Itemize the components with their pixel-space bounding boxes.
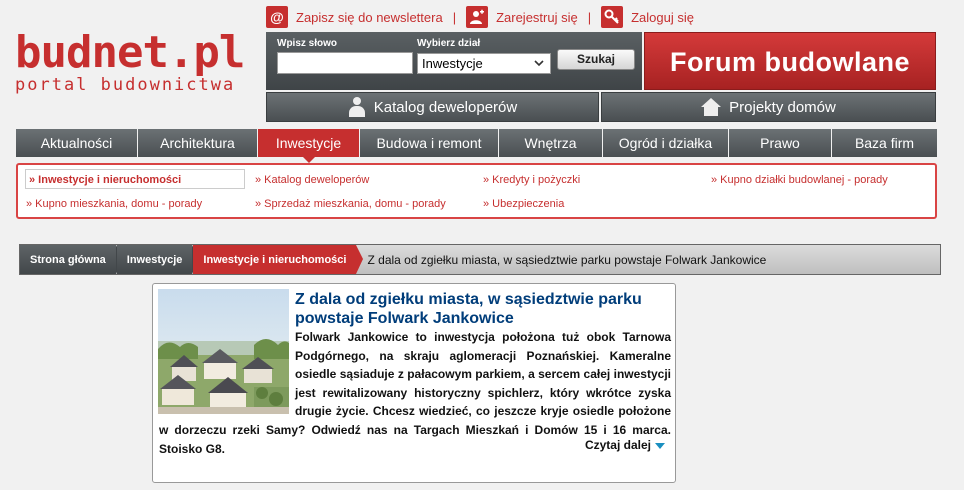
article-card: Z dala od zgiełku miasta, w sąsiedztwie … [152,283,676,483]
separator: | [452,9,457,25]
nav-item-baza-firm[interactable]: Baza firm [832,129,937,157]
top-links: @ Zapisz się do newslettera | Zarejestru… [266,6,694,28]
register-link[interactable]: Zarejestruj się [466,6,578,28]
main-nav: Aktualności Architektura Inwestycje Budo… [16,129,937,163]
forum-button[interactable]: Forum budowlane [644,32,936,90]
nav-item-inwestycje[interactable]: Inwestycje [258,129,360,163]
read-more-label: Czytaj dalej [584,438,651,452]
article-title[interactable]: Z dala od zgiełku miasta, w sąsiedztwie … [295,290,665,328]
newsletter-link[interactable]: @ Zapisz się do newslettera [266,6,443,28]
search-query-label: Wpisz słowo [277,38,337,49]
section-select-value: Inwestycje [422,56,483,71]
nav-item-ogrod[interactable]: Ogród i działka [603,129,729,157]
breadcrumb-section[interactable]: Inwestycje [116,245,193,274]
page: @ Zapisz się do newslettera | Zarejestru… [0,0,964,490]
search-panel: Wpisz słowo Wybierz dział Inwestycje Szu… [266,32,642,90]
add-user-icon [466,6,489,28]
house-projects-button[interactable]: Projekty domów [601,92,936,122]
breadcrumb-current: Z dala od zgiełku miasta, w sąsiedztwie … [367,252,767,267]
subnav-item-katalog-deweloperow[interactable]: » Katalog deweloperów [255,170,369,190]
subnav-item-ubezpieczenia[interactable]: » Ubezpieczenia [483,194,564,214]
subnav-item-kredyty[interactable]: » Kredyty i pożyczki [483,170,580,190]
subnav-item-inwestycje-nieruchomosci[interactable]: » Inwestycje i nieruchomości [25,169,245,189]
subnav-item-sprzedaz[interactable]: » Sprzedaż mieszkania, domu - porady [255,194,446,214]
nav-item-architektura[interactable]: Architektura [138,129,258,157]
breadcrumb: Strona główna Inwestycje Inwestycje i ni… [19,244,941,275]
developers-catalog-label: Katalog deweloperów [373,98,518,116]
at-icon: @ [266,6,288,28]
article-text-spacer [159,328,295,416]
login-link[interactable]: Zaloguj się [601,6,694,28]
triangle-down-icon [655,443,665,449]
person-icon [348,97,366,117]
breadcrumb-home[interactable]: Strona główna [20,245,116,274]
separator: | [587,9,592,25]
logo-subtitle: portal budownictwa [15,75,236,95]
login-label: Zaloguj się [631,9,694,25]
newsletter-label: Zapisz się do newslettera [296,9,443,25]
sub-nav: » Inwestycje i nieruchomości » Katalog d… [16,163,937,219]
search-input[interactable] [277,52,413,74]
nav-item-budowa[interactable]: Budowa i remont [360,129,499,157]
breadcrumb-subsection[interactable]: Inwestycje i nieruchomości [193,245,357,274]
register-label: Zarejestruj się [496,9,578,25]
subnav-item-kupno-dzialki[interactable]: » Kupno działki budowlanej - porady [711,170,888,190]
read-more-link[interactable]: Czytaj dalej [585,438,665,452]
nav-item-wnetrza[interactable]: Wnętrza [499,129,603,157]
chevron-down-icon [534,56,544,73]
house-icon [701,98,722,116]
site-logo[interactable]: budnet.pl portal budownictwa [15,27,245,95]
logo-main: budnet.pl [15,27,245,78]
nav-item-aktualnosci[interactable]: Aktualności [16,129,138,157]
section-select[interactable]: Inwestycje [417,53,551,74]
search-button[interactable]: Szukaj [557,49,635,70]
search-section-label: Wybierz dział [417,38,481,49]
key-icon [601,6,624,28]
breadcrumb-separator [356,245,364,274]
house-projects-label: Projekty domów [729,98,836,116]
nav-item-prawo[interactable]: Prawo [729,129,832,157]
subnav-item-kupno-mieszkania[interactable]: » Kupno mieszkania, domu - porady [26,194,202,214]
developers-catalog-button[interactable]: Katalog deweloperów [266,92,599,122]
